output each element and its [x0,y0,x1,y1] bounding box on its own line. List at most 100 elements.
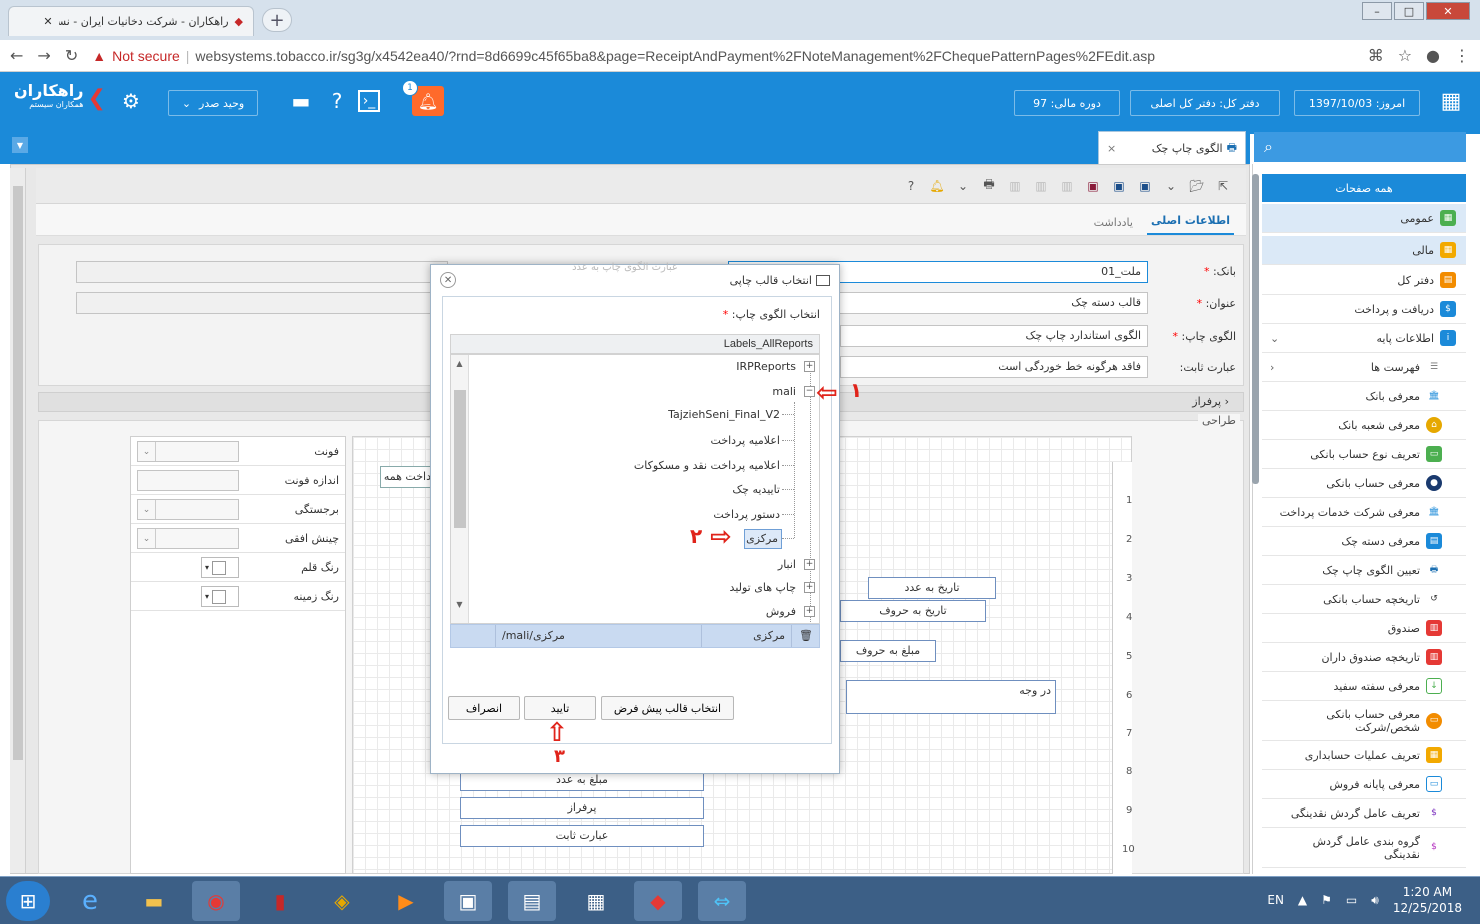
back-icon[interactable]: ← [10,46,23,65]
tree-node-production[interactable]: چاپ های تولید [660,581,796,594]
dialog-close-icon[interactable]: ✕ [440,272,456,288]
save-close-icon[interactable]: ▣ [1084,177,1102,195]
bookmark-star-icon[interactable]: ☆ [1398,46,1412,65]
canvas-field-amount-words[interactable]: مبلغ به حروف [840,640,936,662]
print-dropdown-icon[interactable]: ⌄ [954,177,972,195]
sidebar-item-promissory[interactable]: ↓ معرفی سفته سفید [1262,672,1466,701]
tree-node-payment-order[interactable]: دستور پرداخت [620,508,780,521]
translate-icon[interactable]: ⌘ [1368,46,1384,65]
collapse-panel-icon[interactable]: ▼ [12,137,28,153]
tree-node-irpreports[interactable]: IRPReports [700,360,796,373]
trash-icon[interactable]: 🗑︎ [791,625,819,647]
forward-icon[interactable]: → [37,46,50,65]
sidebar-search-icon[interactable]: ⌕ [1254,132,1466,162]
window-icon[interactable]: ▣ [444,881,492,921]
url-field[interactable]: ▲ Not secure | websystems.tobacco.ir/sg3… [92,48,1353,64]
sidebar-item-lists[interactable]: ☰ فهرست ها ‹ [1262,353,1466,382]
help-circle-icon[interactable]: ? [902,177,920,195]
sidebar-item-basic-info[interactable]: i اطلاعات پایه ⌄ [1262,324,1466,353]
canvas-field-fixed-text[interactable]: عبارت ثابت [460,825,704,847]
selected-template-row[interactable]: 🗑︎ مرکزی /mali/مرکزی [450,624,820,648]
bg-color-picker[interactable]: ▾ [201,586,239,607]
sidebar-item-cashflow-factor[interactable]: $ تعریف عامل گردش نقدینگی [1262,799,1466,828]
tab-notes[interactable]: یادداشت [1090,210,1137,235]
today-date-button[interactable]: امروز: 1397/10/03 [1294,90,1420,116]
open-folder-icon[interactable]: 📂︎ [1188,177,1206,195]
sidebar-item-finance[interactable]: ▦ مالی [1262,236,1466,265]
prop-halign-select[interactable]: ⌄ [137,528,239,549]
sidebar-item-general[interactable]: ▦ عمومی [1262,204,1466,233]
fiscal-period-button[interactable]: دوره مالی: 97 [1014,90,1120,116]
paste-icon[interactable]: ▥ [1006,177,1024,195]
media-icon[interactable]: ▶ [382,881,430,921]
inbox-icon[interactable]: ▬ [288,88,314,114]
apps-grid-icon[interactable]: ▦ [1438,88,1464,114]
tab-main-info[interactable]: اطلاعات اصلی [1146,208,1234,235]
sidebar-item-cashbox[interactable]: ▥ صندوق [1262,614,1466,643]
maximize-button[interactable]: □ [1394,2,1424,20]
ie-icon[interactable]: e [66,881,114,921]
save-icon[interactable]: ▣ [1136,177,1154,195]
menu-kebab-icon[interactable]: ⋮ [1454,46,1470,65]
dropdown-arrow-icon[interactable]: ⌄ [1162,177,1180,195]
teamviewer-icon[interactable]: ⇔ [698,881,746,921]
explorer-icon[interactable]: ▬ [130,881,178,921]
flag-icon[interactable]: ⚑ [1321,893,1332,907]
tree-node-payment-notice[interactable]: اعلامیه پرداخت [620,434,780,447]
sidebar-item-personal-account[interactable]: ▭ معرفی حساب بانکی شخص/شرکت [1262,701,1466,741]
sidebar-item-cheque-book[interactable]: ▤ معرفی دسته چک [1262,527,1466,556]
pen-color-picker[interactable]: ▾ [201,557,239,578]
chrome-icon[interactable]: ◉ [192,881,240,921]
volume-icon[interactable]: 🔊︎ [1371,893,1379,908]
tree-node-mali[interactable]: mali [740,385,796,398]
tree-node-cash-payment-notice[interactable]: اعلامیه پرداخت نقد و مسکوکات [560,459,780,472]
prop-font-size-input[interactable] [137,470,239,491]
settings-gear-icon[interactable]: ⚙ [118,88,144,114]
sidebar-item-bank-account[interactable]: ● معرفی حساب بانکی [1262,469,1466,498]
canvas-field-date-number[interactable]: تاریخ به عدد [868,577,996,599]
calculator-icon[interactable]: ▦ [572,881,620,921]
expand-plus-icon[interactable]: + [804,559,815,570]
expand-plus-icon[interactable]: + [804,606,815,617]
canvas-field-pay-to[interactable]: در وجه [846,680,1056,714]
minimize-button[interactable]: – [1362,2,1392,20]
select-default-template-button[interactable]: انتخاب قالب پیش فرض [601,696,734,720]
sidebar-item-cashflow-group[interactable]: $ گروه بندی عامل گردش نقدینگی [1262,828,1466,868]
alert-bell-icon[interactable]: 🔔︎ [928,177,946,195]
console-icon[interactable]: ›_ [358,90,380,112]
sidebar-item-accounting-ops[interactable]: ▦ تعریف عملیات حسابداری [1262,741,1466,770]
sidebar-item-cashier-history[interactable]: ▥ تاریخچه صندوق داران [1262,643,1466,672]
tree-node-cheque-confirm[interactable]: تاییدیه چک [620,483,780,496]
delete-icon[interactable]: ▥ [1058,177,1076,195]
tree-root-header[interactable]: Labels_AllReports [450,334,820,354]
start-button[interactable]: ⊞ [6,881,50,921]
sidebar-item-account-type[interactable]: ▭ تعریف نوع حساب بانکی [1262,440,1466,469]
tray-expand-icon[interactable]: ▲ [1298,893,1307,907]
window-close-button[interactable]: ✕ [1426,2,1470,20]
tree-node-sales[interactable]: فروش [700,605,796,618]
browser-tab[interactable]: ✕ راهکاران - شرکت دخانیات ایران - نسخه ◆ [8,6,254,36]
tree-node-tajzieh[interactable]: TajziehSeni_Final_V2 [620,408,780,421]
fixed-text-input[interactable]: فاقد هرگونه خط خوردگی است [840,356,1148,378]
network-icon[interactable]: ▭ [1346,893,1357,907]
page-tab-close-icon[interactable]: × [1107,142,1116,155]
tab-close-icon[interactable]: ✕ [43,15,52,28]
sidebar-item-ledger[interactable]: ▤ دفتر کل [1262,266,1466,295]
sidebar-item-account-history[interactable]: ↺ تاریخچه حساب بانکی [1262,585,1466,614]
reload-icon[interactable]: ↻ [65,46,78,65]
main-scrollbar-thumb[interactable] [13,186,23,760]
export-icon[interactable]: ⇱ [1214,177,1232,195]
network-app-icon[interactable]: ▤ [508,881,556,921]
copy-icon[interactable]: ▥ [1032,177,1050,195]
anydesk-icon[interactable]: ◆ [634,881,682,921]
clock[interactable]: 1:20 AM 12/25/2018 [1393,884,1462,916]
tree-node-markazi-selected[interactable]: مرکزی [744,529,782,549]
tab-cheque-pattern[interactable]: 🖶︎ الگوی چاپ چک × [1098,131,1246,164]
prop-font-select[interactable]: ⌄ [137,441,239,462]
pattern-input[interactable]: الگوی استاندارد چاپ چک [840,325,1148,347]
app-icon[interactable]: ◈ [318,881,366,921]
new-tab-button[interactable]: + [262,8,292,32]
sidebar-item-receipt-payment[interactable]: $ دریافت و پرداخت [1262,295,1466,324]
confirm-button[interactable]: تایید [524,696,596,720]
profile-icon[interactable]: ● [1426,46,1440,65]
